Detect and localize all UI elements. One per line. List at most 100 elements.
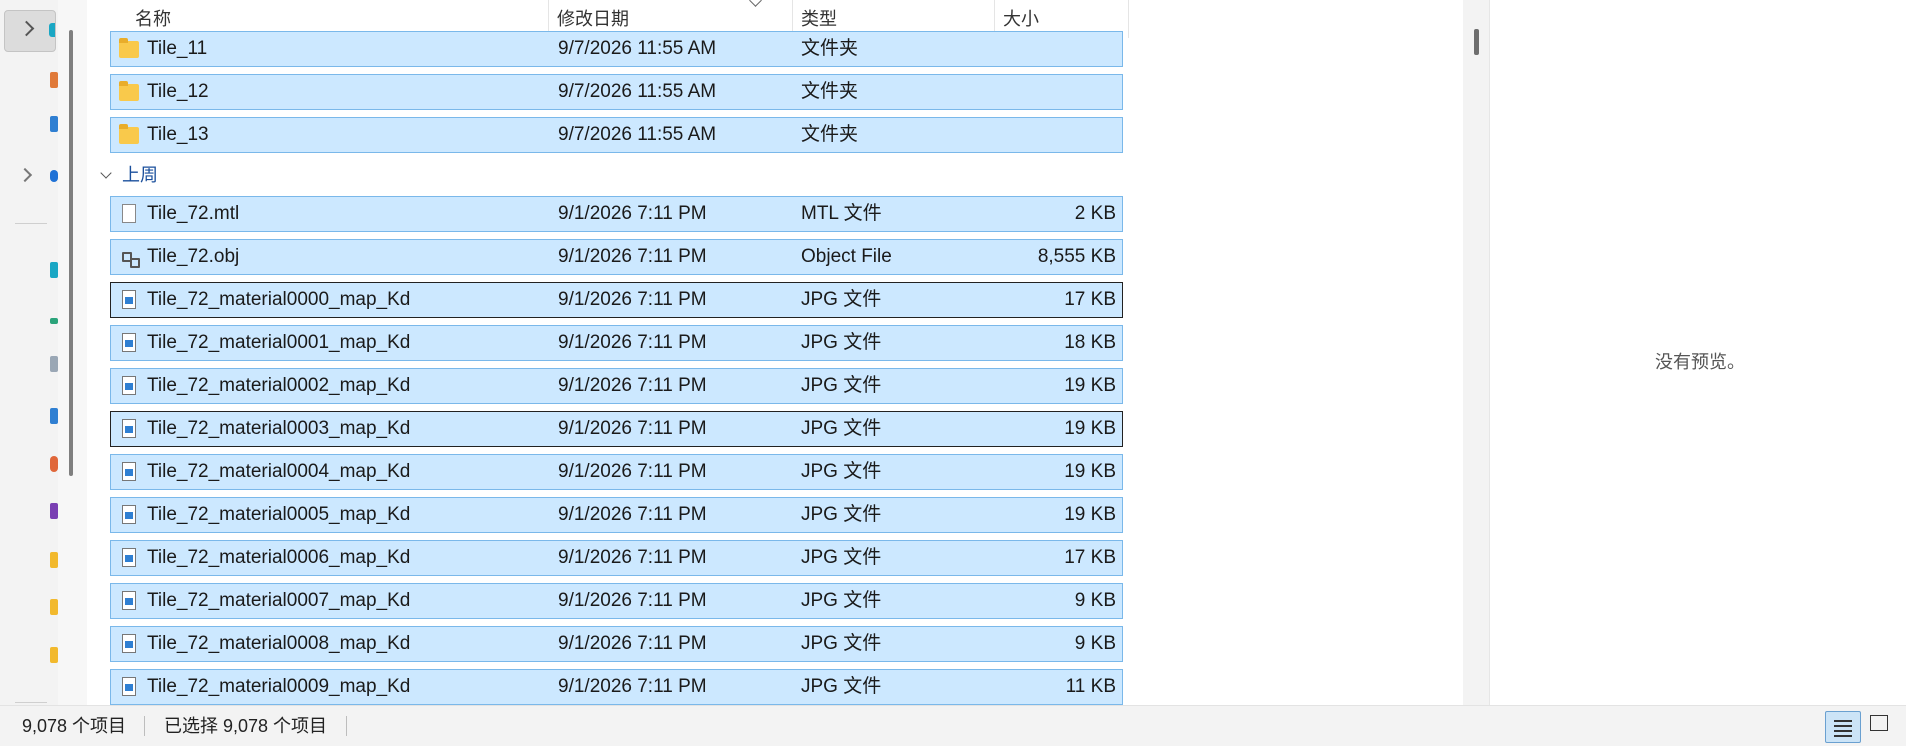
list-item[interactable]: Tile_72_material0008_map_Kd 9/1/2026 7:1… bbox=[110, 626, 1123, 662]
image-file-icon bbox=[122, 290, 136, 309]
item-date: 9/1/2026 7:11 PM bbox=[558, 461, 707, 482]
list-item[interactable]: Tile_72.obj 9/1/2026 7:11 PM Object File… bbox=[110, 239, 1123, 275]
item-date: 9/1/2026 7:11 PM bbox=[558, 246, 707, 267]
preview-pane: 没有预览。 bbox=[1489, 0, 1906, 705]
list-item[interactable]: Tile_13 9/7/2026 11:55 AM 文件夹 bbox=[110, 117, 1123, 153]
chevron-right-icon bbox=[18, 20, 35, 37]
chevron-down-icon[interactable] bbox=[100, 167, 112, 179]
chevron-right-icon[interactable] bbox=[17, 167, 33, 183]
divider bbox=[15, 702, 47, 703]
file-list-scrollbar[interactable] bbox=[1463, 0, 1489, 705]
list-item[interactable]: Tile_72_material0003_map_Kd 9/1/2026 7:1… bbox=[110, 411, 1123, 447]
list-lines-icon bbox=[1834, 735, 1852, 737]
folder-icon[interactable] bbox=[50, 647, 58, 663]
file-icon bbox=[122, 204, 136, 223]
list-item[interactable]: Tile_72_material0000_map_Kd 9/1/2026 7:1… bbox=[110, 282, 1123, 318]
divider bbox=[346, 716, 347, 736]
list-item[interactable]: Tile_72_material0006_map_Kd 9/1/2026 7:1… bbox=[110, 540, 1123, 576]
list-item[interactable]: Tile_72_material0005_map_Kd 9/1/2026 7:1… bbox=[110, 497, 1123, 533]
item-size: 18 KB bbox=[1064, 332, 1116, 353]
onedrive-icon[interactable] bbox=[50, 170, 58, 182]
navigation-pane bbox=[0, 0, 58, 705]
item-name: Tile_72_material0006_map_Kd bbox=[147, 547, 411, 568]
details-view-button[interactable] bbox=[1825, 711, 1861, 743]
list-lines-icon bbox=[1834, 730, 1852, 732]
divider bbox=[15, 223, 47, 224]
item-type: JPG 文件 bbox=[801, 461, 882, 482]
item-name: Tile_72_material0000_map_Kd bbox=[147, 289, 411, 310]
item-name: Tile_72_material0009_map_Kd bbox=[147, 676, 411, 697]
folder-icon bbox=[119, 124, 139, 144]
desktop-icon[interactable] bbox=[50, 262, 58, 278]
nav-scrollbar[interactable] bbox=[58, 0, 87, 705]
item-type: JPG 文件 bbox=[801, 289, 882, 310]
documents-icon[interactable] bbox=[50, 356, 58, 372]
item-date: 9/1/2026 7:11 PM bbox=[558, 203, 707, 224]
list-item[interactable]: Tile_72_material0004_map_Kd 9/1/2026 7:1… bbox=[110, 454, 1123, 490]
list-item[interactable]: Tile_72_material0002_map_Kd 9/1/2026 7:1… bbox=[110, 368, 1123, 404]
pictures-icon[interactable] bbox=[50, 408, 58, 424]
list-item[interactable]: Tile_72.mtl 9/1/2026 7:11 PM MTL 文件 2 KB bbox=[110, 196, 1123, 232]
image-file-icon bbox=[122, 677, 136, 696]
list-item[interactable]: Tile_72_material0007_map_Kd 9/1/2026 7:1… bbox=[110, 583, 1123, 619]
item-type: JPG 文件 bbox=[801, 547, 882, 568]
item-name: Tile_72.mtl bbox=[147, 203, 240, 224]
gallery-icon[interactable] bbox=[50, 116, 58, 132]
image-file-icon bbox=[122, 419, 136, 438]
item-name: Tile_11 bbox=[147, 38, 208, 59]
item-date: 9/1/2026 7:11 PM bbox=[558, 289, 707, 310]
item-date: 9/1/2026 7:11 PM bbox=[558, 332, 707, 353]
item-type: JPG 文件 bbox=[801, 633, 882, 654]
videos-icon[interactable] bbox=[50, 503, 58, 519]
image-file-icon bbox=[122, 333, 136, 352]
folder-icon[interactable] bbox=[50, 599, 58, 615]
music-icon[interactable] bbox=[50, 456, 58, 472]
item-type: 文件夹 bbox=[801, 124, 859, 145]
image-file-icon bbox=[122, 462, 136, 481]
column-divider[interactable] bbox=[1128, 0, 1129, 38]
image-file-icon bbox=[122, 591, 136, 610]
file-list-scrollbar-thumb[interactable] bbox=[1474, 29, 1479, 55]
item-date: 9/7/2026 11:55 AM bbox=[558, 124, 717, 145]
folder-icon[interactable] bbox=[50, 552, 58, 568]
item-size: 11 KB bbox=[1065, 676, 1116, 697]
item-size: 19 KB bbox=[1064, 504, 1116, 525]
item-type: 文件夹 bbox=[801, 81, 859, 102]
list-item[interactable]: Tile_11 9/7/2026 11:55 AM 文件夹 bbox=[110, 31, 1123, 67]
item-name: Tile_72_material0003_map_Kd bbox=[147, 418, 411, 439]
item-date: 9/7/2026 11:55 AM bbox=[558, 38, 717, 59]
image-file-icon bbox=[122, 634, 136, 653]
tiles-view-button[interactable] bbox=[1870, 715, 1888, 731]
item-type: JPG 文件 bbox=[801, 375, 882, 396]
home-icon[interactable] bbox=[50, 72, 58, 88]
item-name: Tile_72_material0007_map_Kd bbox=[147, 590, 411, 611]
nav-expand-button[interactable] bbox=[4, 10, 56, 52]
item-type: JPG 文件 bbox=[801, 590, 882, 611]
list-lines-icon bbox=[1834, 720, 1852, 722]
selected-count: 已选择 9,078 个项目 bbox=[164, 716, 328, 736]
nav-scrollbar-thumb[interactable] bbox=[69, 30, 73, 476]
nav-item-icon bbox=[49, 23, 55, 37]
item-date: 9/7/2026 11:55 AM bbox=[558, 81, 717, 102]
item-type: JPG 文件 bbox=[801, 418, 882, 439]
group-label: 上周 bbox=[122, 165, 158, 185]
item-name: Tile_72_material0004_map_Kd bbox=[147, 461, 411, 482]
item-type: JPG 文件 bbox=[801, 332, 882, 353]
item-date: 9/1/2026 7:11 PM bbox=[558, 676, 707, 697]
downloads-icon[interactable] bbox=[50, 318, 58, 324]
item-type: Object File bbox=[801, 246, 892, 267]
item-type: JPG 文件 bbox=[801, 504, 882, 525]
list-item[interactable]: Tile_72_material0001_map_Kd 9/1/2026 7:1… bbox=[110, 325, 1123, 361]
list-item[interactable]: Tile_12 9/7/2026 11:55 AM 文件夹 bbox=[110, 74, 1123, 110]
folder-icon bbox=[119, 38, 139, 58]
image-file-icon bbox=[122, 548, 136, 567]
item-name: Tile_72_material0002_map_Kd bbox=[147, 375, 411, 396]
item-size: 9 KB bbox=[1074, 633, 1116, 654]
item-date: 9/1/2026 7:11 PM bbox=[558, 590, 707, 611]
list-item[interactable]: Tile_72_material0009_map_Kd 9/1/2026 7:1… bbox=[110, 669, 1123, 705]
item-type: 文件夹 bbox=[801, 38, 859, 59]
item-type: JPG 文件 bbox=[801, 676, 882, 697]
divider bbox=[144, 716, 145, 736]
item-name: Tile_72_material0005_map_Kd bbox=[147, 504, 411, 525]
item-size: 19 KB bbox=[1064, 461, 1116, 482]
